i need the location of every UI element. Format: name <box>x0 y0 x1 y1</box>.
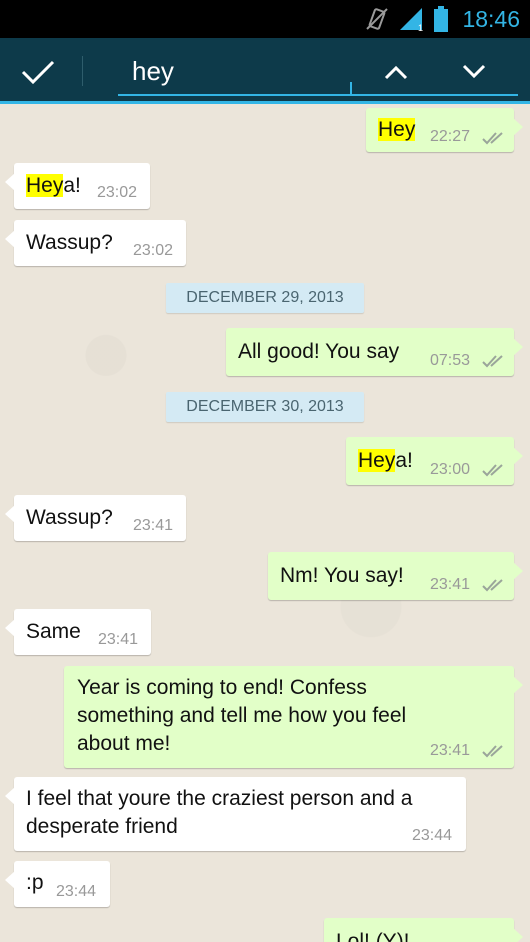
chevron-down-icon <box>462 64 486 79</box>
message-time: 23:44 <box>56 883 97 900</box>
message-bubble-incoming[interactable]: Wassup? 23:41 <box>5 495 186 541</box>
message-bubble-incoming[interactable]: I feel that youre the craziest person an… <box>5 777 466 851</box>
search-highlight: Hey <box>26 174 64 197</box>
message-time: 23:00 <box>430 461 471 478</box>
message-bubble-incoming[interactable]: Heya! 23:02 <box>5 163 150 209</box>
message-text: Wassup? <box>26 506 113 529</box>
message-text: Heya! <box>26 174 81 197</box>
chevron-up-icon <box>384 65 408 80</box>
previous-match-button[interactable] <box>374 52 418 92</box>
status-icons: 1 18:46 <box>364 4 520 34</box>
message-bubble-outgoing[interactable]: All good! You say 07:53 <box>226 328 523 376</box>
message-time: 23:44 <box>412 827 453 844</box>
date-separator: DECEMBER 29, 2013 <box>166 283 364 313</box>
message-bubble-incoming[interactable]: Same 23:41 <box>5 609 151 655</box>
message-bubble-outgoing[interactable]: Heya! 23:00 <box>346 437 523 485</box>
double-check-icon <box>482 355 503 368</box>
message-time: 23:41 <box>430 576 471 593</box>
message-bubble-incoming[interactable]: :p 23:44 <box>5 861 110 907</box>
message-text: Nm! You say! <box>280 564 404 587</box>
next-match-button[interactable] <box>452 52 496 92</box>
signal-icon: 1 <box>400 8 423 32</box>
message-time: 07:53 <box>430 352 471 369</box>
message-time: 23:41 <box>133 517 174 534</box>
search-field <box>118 48 518 96</box>
message-time: 23:02 <box>97 184 138 201</box>
done-button[interactable] <box>14 52 62 92</box>
message-text: Lol! (Y)! <box>336 930 410 942</box>
message-text: Hey <box>378 116 416 144</box>
message-text: :p <box>26 871 44 894</box>
message-text: Year is coming to end! Confess something… <box>77 676 407 755</box>
message-time: 22:27 <box>430 128 471 145</box>
message-text: Same <box>26 620 81 643</box>
message-time: 23:02 <box>133 242 174 259</box>
message-time: 23:41 <box>98 631 139 648</box>
date-separator: DECEMBER 30, 2013 <box>166 392 364 422</box>
message-bubble-incoming[interactable]: Wassup? 23:02 <box>5 220 186 266</box>
battery-icon <box>434 6 449 32</box>
double-check-icon <box>482 745 503 758</box>
check-icon <box>21 60 55 85</box>
search-highlight: Hey <box>378 118 416 141</box>
double-check-icon <box>482 132 503 145</box>
search-highlight: Hey <box>358 449 396 472</box>
message-time: 23:41 <box>430 742 471 759</box>
search-action-bar <box>0 38 530 104</box>
double-check-icon <box>482 464 503 477</box>
search-field-separator <box>350 82 352 94</box>
message-text: Heya! <box>358 449 413 472</box>
double-check-icon <box>482 579 503 592</box>
message-text: I feel that youre the craziest person an… <box>26 787 413 838</box>
clock: 18:46 <box>462 5 520 32</box>
svg-text:1: 1 <box>418 23 423 32</box>
status-bar: 1 18:46 <box>0 0 530 38</box>
message-text: Wassup? <box>26 231 113 254</box>
message-bubble-outgoing[interactable]: Year is coming to end! Confess something… <box>64 666 523 768</box>
chat-area[interactable]: Hey 22:27 Heya! 23:02 Wassup? 23:02 DECE… <box>0 104 530 942</box>
message-text: All good! You say <box>238 340 400 363</box>
message-bubble-outgoing[interactable]: Lol! (Y)! <box>324 918 523 942</box>
action-bar-divider <box>82 56 83 86</box>
message-bubble-outgoing[interactable]: Nm! You say! 23:41 <box>268 552 523 600</box>
message-bubble-outgoing[interactable]: Hey 22:27 <box>366 108 523 152</box>
vibrate-icon <box>366 8 389 30</box>
search-input[interactable] <box>118 48 348 94</box>
